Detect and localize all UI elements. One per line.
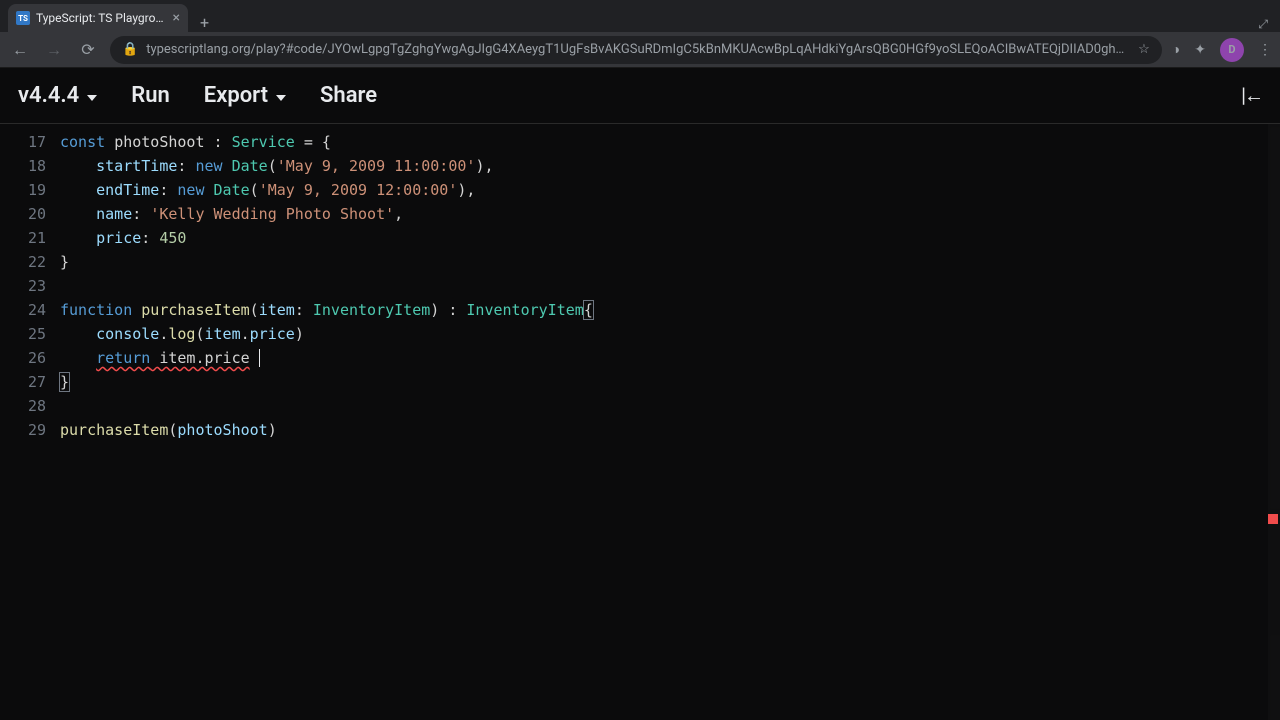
star-icon[interactable]: ☆	[1138, 42, 1150, 57]
line-number: 18	[0, 154, 46, 178]
browser-tab-bar: TS TypeScript: TS Playground - A × + ⤢	[0, 0, 1280, 32]
line-number: 28	[0, 394, 46, 418]
line-number: 24	[0, 298, 46, 322]
code-line[interactable]: const photoShoot : Service = {	[60, 130, 1280, 154]
url-text: typescriptlang.org/play?#code/JYOwLgpgTg…	[146, 42, 1130, 57]
line-number: 22	[0, 250, 46, 274]
code-line[interactable]: name: 'Kelly Wedding Photo Shoot',	[60, 202, 1280, 226]
expand-icon[interactable]: ⤢	[1258, 17, 1268, 32]
close-icon[interactable]: ×	[173, 10, 180, 26]
code-line[interactable]: purchaseItem(photoShoot)	[60, 418, 1280, 442]
line-number: 25	[0, 322, 46, 346]
reload-button[interactable]: ⟳	[76, 38, 100, 62]
code-line[interactable]: }	[60, 370, 1280, 394]
code-line[interactable]: }	[60, 250, 1280, 274]
forward-button[interactable]: →	[42, 38, 66, 62]
line-number: 20	[0, 202, 46, 226]
playground-toolbar: v4.4.4 Run Export Share |←	[0, 68, 1280, 124]
version-label: v4.4.4	[18, 83, 79, 108]
code-line[interactable]: function purchaseItem(item: InventoryIte…	[60, 298, 1280, 322]
browser-address-bar: ← → ⟳ 🔒 typescriptlang.org/play?#code/JY…	[0, 32, 1280, 68]
window-controls: ⤢	[1258, 17, 1280, 32]
extension-icon[interactable]: ◑	[1172, 41, 1180, 58]
code-line[interactable]: console.log(item.price)	[60, 322, 1280, 346]
code-area[interactable]: const photoShoot : Service = { startTime…	[60, 124, 1280, 720]
address-field[interactable]: 🔒 typescriptlang.org/play?#code/JYOwLgpg…	[110, 36, 1162, 64]
code-line[interactable]	[60, 394, 1280, 418]
run-button[interactable]: Run	[131, 83, 170, 108]
line-number: 21	[0, 226, 46, 250]
line-number: 26	[0, 346, 46, 370]
code-line[interactable]	[60, 274, 1280, 298]
export-label: Export	[204, 83, 268, 108]
share-button[interactable]: Share	[320, 83, 377, 108]
line-number: 23	[0, 274, 46, 298]
new-tab-button[interactable]: +	[188, 13, 221, 32]
code-line[interactable]: price: 450	[60, 226, 1280, 250]
scrollbar[interactable]	[1268, 124, 1280, 720]
tab-title: TypeScript: TS Playground - A	[36, 11, 167, 25]
chevron-down-icon	[87, 95, 97, 101]
profile-avatar[interactable]: D	[1220, 38, 1244, 62]
error-marker[interactable]	[1268, 514, 1278, 524]
favicon-icon: TS	[16, 11, 30, 25]
export-button[interactable]: Export	[204, 83, 286, 108]
browser-tab[interactable]: TS TypeScript: TS Playground - A ×	[8, 4, 188, 32]
line-number: 17	[0, 130, 46, 154]
code-line[interactable]: return item.price	[60, 346, 1280, 370]
menu-icon[interactable]: ⋮	[1258, 42, 1272, 58]
back-button[interactable]: ←	[8, 38, 32, 62]
version-selector[interactable]: v4.4.4	[18, 83, 97, 108]
line-number: 27	[0, 370, 46, 394]
collapse-sidebar-button[interactable]: |←	[1241, 83, 1262, 108]
code-editor[interactable]: 17181920212223242526272829 const photoSh…	[0, 124, 1280, 720]
line-number: 19	[0, 178, 46, 202]
line-gutter: 17181920212223242526272829	[0, 124, 60, 720]
code-line[interactable]: endTime: new Date('May 9, 2009 12:00:00'…	[60, 178, 1280, 202]
line-number: 29	[0, 418, 46, 442]
lock-icon: 🔒	[122, 42, 138, 57]
code-line[interactable]: startTime: new Date('May 9, 2009 11:00:0…	[60, 154, 1280, 178]
puzzle-icon[interactable]: ✦	[1194, 42, 1206, 58]
chevron-down-icon	[276, 95, 286, 101]
